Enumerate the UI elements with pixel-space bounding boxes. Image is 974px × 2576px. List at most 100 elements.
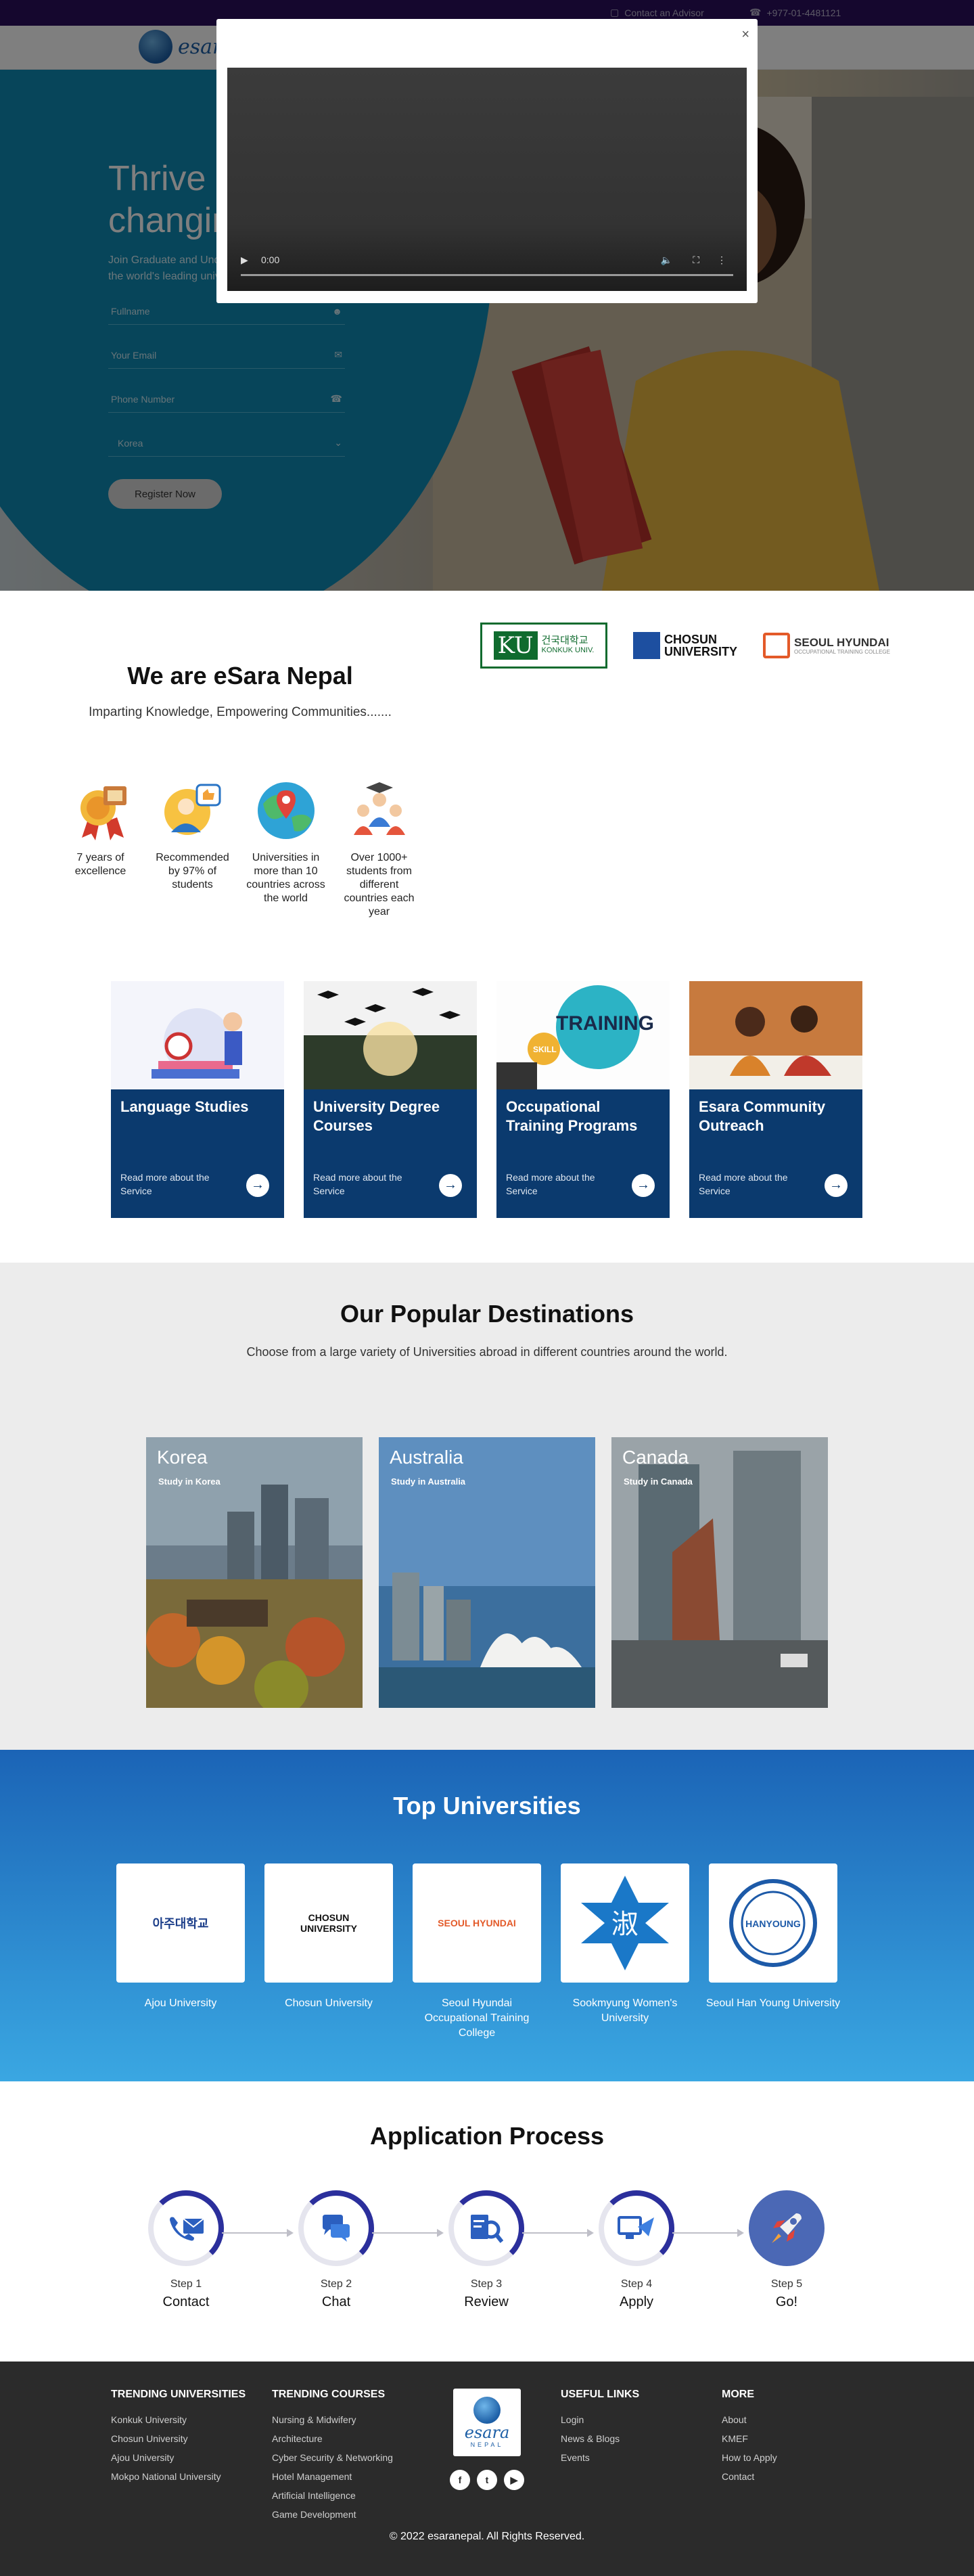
university-name[interactable]: Ajou University (113, 1996, 248, 2011)
step-number: Step 3 (470, 2278, 503, 2290)
university-card[interactable]: HANYOUNG (709, 1863, 837, 1983)
twitter-icon[interactable]: t (477, 2470, 497, 2490)
university-degree-image (304, 981, 477, 1089)
document-search-icon (454, 2196, 519, 2261)
arrow-right-icon[interactable]: → (825, 1174, 848, 1197)
footer-link[interactable]: Ajou University (111, 2448, 246, 2467)
arrow-right-icon[interactable]: → (439, 1174, 462, 1197)
facebook-icon[interactable]: f (450, 2470, 470, 2490)
footer-link[interactable]: Cyber Security & Networking (272, 2448, 393, 2467)
destination-sub: Study in Korea (158, 1476, 221, 1487)
globe-location-icon (254, 777, 319, 842)
destination-sub: Study in Canada (624, 1476, 693, 1487)
konkuk-english: KONKUK UNIV. (541, 646, 595, 654)
occupational-training-image: TRAINING SKILL (496, 981, 670, 1089)
service-card[interactable]: TRAINING SKILL Occupational Training Prog… (496, 981, 670, 1218)
footer-link[interactable]: Artificial Intelligence (272, 2486, 393, 2505)
footer-heading: TRENDING COURSES (272, 2389, 386, 2400)
stat-label: Recommended by 97% of students (156, 852, 229, 890)
service-read-more[interactable]: Read more about the Service (120, 1171, 235, 1198)
footer-link[interactable]: How to Apply (722, 2448, 777, 2467)
stat-label: 7 years of excellence (74, 852, 126, 877)
partner-logos: KU 건국대학교 KONKUK UNIV. CHOSUN UNIVERSITY … (480, 623, 890, 669)
footer-link[interactable]: About (722, 2410, 777, 2429)
stat-label: Over 1000+ students from different count… (344, 852, 415, 918)
service-read-more[interactable]: Read more about the Service (313, 1171, 428, 1198)
hyundai-uni-logo: SEOUL HYUNDAI (438, 1918, 516, 1928)
hyundai-line1: SEOUL HYUNDAI (794, 635, 889, 649)
chosun-line2: UNIVERSITY (664, 645, 738, 658)
fullscreen-icon[interactable]: ⛶ (693, 254, 699, 266)
youtube-icon[interactable]: ▶ (504, 2470, 524, 2490)
stat-item: Universities in more than 10 countries a… (244, 777, 328, 905)
footer-more: MORE About KMEF How to Apply Contact (722, 2389, 777, 2486)
footer-link[interactable]: Game Development (272, 2505, 393, 2524)
footer-useful-links: USEFUL LINKS Login News & Blogs Events (561, 2389, 639, 2467)
konkuk-mark: KU (493, 631, 538, 660)
stat-item: Over 1000+ students from different count… (337, 777, 421, 919)
university-card[interactable]: SEOUL HYUNDAI (413, 1863, 541, 1983)
destinations-title: Our Popular Destinations (340, 1300, 634, 1328)
close-icon[interactable]: × (741, 27, 749, 43)
step-arrow (222, 2229, 294, 2237)
destination-card-australia[interactable]: Australia Study in Australia (379, 1437, 595, 1708)
step-arrow (372, 2229, 444, 2237)
arrow-right-icon[interactable]: → (632, 1174, 655, 1197)
destination-card-canada[interactable]: Canada Study in Canada (611, 1437, 828, 1708)
footer-link[interactable]: News & Blogs (561, 2429, 639, 2448)
university-name[interactable]: Seoul Han Young University (705, 1996, 841, 2011)
service-card[interactable]: Esara Community Outreach Read more about… (689, 981, 862, 1218)
video-modal: × ▶ 0:00 🔈 ⛶ ⋮ (216, 19, 758, 303)
about-tagline: Imparting Knowledge, Empowering Communit… (89, 705, 392, 719)
volume-icon[interactable]: 🔈 (661, 254, 672, 266)
phone-mail-icon (154, 2196, 218, 2261)
footer-link[interactable]: Chosun University (111, 2429, 246, 2448)
service-read-more[interactable]: Read more about the Service (699, 1171, 814, 1198)
play-icon[interactable]: ▶ (241, 254, 248, 266)
destination-name: Australia (390, 1447, 463, 1468)
service-card[interactable]: University Degree Courses Read more abou… (304, 981, 477, 1218)
step-number: Step 2 (320, 2278, 352, 2290)
footer-link[interactable]: Contact (722, 2467, 777, 2486)
chat-bubbles-icon (304, 2196, 369, 2261)
top-universities-section: Top Universities 아주대학교 Ajou University C… (0, 1750, 974, 2081)
more-options-icon[interactable]: ⋮ (717, 254, 726, 266)
hanyoung-seal-text: HANYOUNG (745, 1918, 801, 1929)
stat-label: Universities in more than 10 countries a… (246, 852, 325, 904)
footer-link[interactable]: Architecture (272, 2429, 393, 2448)
community-outreach-image (689, 981, 862, 1089)
service-card[interactable]: Language Studies Read more about the Ser… (111, 981, 284, 1218)
chosun-logo: CHOSUN UNIVERSITY (633, 632, 737, 659)
destination-name: Korea (157, 1447, 208, 1468)
footer-link[interactable]: Mokpo National University (111, 2467, 246, 2486)
university-card[interactable]: 淑 (561, 1863, 689, 1983)
arrow-right-icon[interactable]: → (246, 1174, 269, 1197)
service-title: University Degree Courses (313, 1098, 440, 1134)
footer-link[interactable]: Nursing & Midwifery (272, 2410, 393, 2429)
destination-card-korea[interactable]: Korea Study in Korea (146, 1437, 363, 1708)
university-card[interactable]: 아주대학교 (116, 1863, 245, 1983)
footer-link[interactable]: Konkuk University (111, 2410, 246, 2429)
university-card[interactable]: CHOSUN UNIVERSITY (264, 1863, 393, 1983)
hyundai-line2: OCCUPATIONAL TRAINING COLLEGE (794, 648, 890, 655)
video-player[interactable]: ▶ 0:00 🔈 ⛶ ⋮ (227, 68, 747, 291)
university-name[interactable]: Sookmyung Women's University (557, 1996, 693, 2026)
step-arrow (672, 2229, 744, 2237)
service-read-more[interactable]: Read more about the Service (506, 1171, 621, 1198)
footer-link[interactable]: Login (561, 2410, 639, 2429)
chosun-line1: CHOSUN (664, 633, 718, 646)
social-links: f t ▶ (450, 2470, 524, 2490)
footer-link[interactable]: Hotel Management (272, 2467, 393, 2486)
step-number: Step 5 (770, 2278, 803, 2290)
university-name[interactable]: Chosun University (261, 1996, 396, 2011)
footer-link[interactable]: KMEF (722, 2429, 777, 2448)
konkuk-korean: 건국대학교 (541, 635, 588, 646)
stat-item: 7 years of excellence (58, 777, 143, 878)
step-number: Step 4 (620, 2278, 653, 2290)
university-name[interactable]: Seoul Hyundai Occupational Training Coll… (409, 1996, 544, 2041)
process-step: Step 2 Chat (285, 2190, 387, 2310)
video-progress-bar[interactable] (241, 274, 733, 276)
footer-link[interactable]: Events (561, 2448, 639, 2467)
rocket-icon (754, 2196, 819, 2261)
footer-logo[interactable]: esara NEPAL (453, 2389, 521, 2456)
